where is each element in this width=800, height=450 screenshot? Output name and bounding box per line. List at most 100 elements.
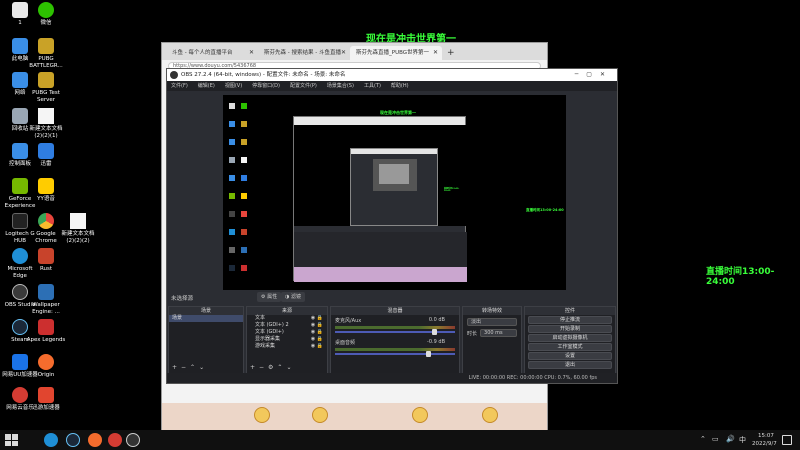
exit-button[interactable]: 退出: [528, 361, 612, 369]
netease-music-taskbar-icon[interactable]: [108, 433, 122, 447]
scene-item[interactable]: 场景: [169, 315, 243, 322]
sources-dock-title: 来源: [247, 307, 327, 315]
eye-icon[interactable]: ◉ 🔒: [311, 315, 323, 322]
source-toolbar[interactable]: +−⚙⌃⌄: [250, 364, 296, 371]
menu-profile[interactable]: 配置文件(P): [290, 81, 317, 91]
desktop-icon-pubg-test[interactable]: PUBG Test Server: [26, 72, 66, 104]
menu-scene-collection[interactable]: 场景集合(S): [327, 81, 354, 91]
steam-taskbar-icon[interactable]: [66, 433, 80, 447]
audio-mixer-dock: 混音器 麦克风/Aux 0.0 dB 桌面音频 -0.9 dB: [330, 306, 460, 374]
window-controls[interactable]: ─▢✕: [575, 69, 613, 81]
sources-dock: 来源 文本 ◉ 🔒 文本 (GDI+) 2 ◉ 🔒 文本 (GDI+) ◉ 🔒 显示器…: [246, 306, 328, 374]
close-icon[interactable]: ✕: [249, 46, 254, 60]
menu-docks[interactable]: 停靠窗口(D): [252, 81, 280, 91]
new-tab-icon[interactable]: +: [442, 46, 455, 60]
obs-taskbar-icon[interactable]: [126, 433, 140, 447]
desktop-icon-textfile-1[interactable]: 新建文本文档 (2)(2)(1): [26, 108, 66, 140]
desktop-icon-pubg[interactable]: PUBG BATTLEGR...: [26, 38, 66, 70]
browser-tab-stream[interactable]: 斯芬先森直播_PUBG世界第一 ✕: [350, 46, 442, 60]
pubg-icon: [38, 72, 54, 88]
obs-window[interactable]: OBS 27.2.4 (64-bit, windows) - 配置文件: 未命名…: [166, 68, 618, 384]
settings-button[interactable]: 设置: [528, 352, 612, 360]
properties-button[interactable]: ⚙ 属性: [257, 292, 282, 302]
desktop-icon-xunyou[interactable]: 迅游加速器: [26, 387, 66, 412]
obs-menu-bar: 文件(F) 编辑(E) 视图(V) 停靠窗口(D) 配置文件(P) 场景集合(S…: [167, 81, 617, 91]
nested-banner: [294, 267, 467, 282]
windows-start-icon[interactable]: [4, 433, 18, 447]
text-file-icon: [70, 213, 86, 229]
close-icon[interactable]: ✕: [341, 46, 346, 60]
preview-nested-obs: 直播时间13:00-24:00: [293, 116, 467, 282]
desktop-icon-apex[interactable]: Apex Legends: [26, 319, 66, 344]
volume-knob[interactable]: [426, 351, 431, 357]
clock-date[interactable]: 2022/9/7: [752, 441, 777, 447]
start-virtual-camera-button[interactable]: 启动虚拟摄像机: [528, 334, 612, 342]
eye-icon[interactable]: ◉ 🔒: [311, 336, 323, 343]
source-item-text-gdi-2[interactable]: 文本 (GDI+) 2 ◉ 🔒: [247, 322, 327, 329]
obs-title-bar: OBS 27.2.4 (64-bit, windows) - 配置文件: 未命名…: [167, 69, 617, 81]
apex-icon: [38, 319, 54, 335]
menu-edit[interactable]: 编辑(E): [198, 81, 215, 91]
transition-duration-input[interactable]: 300 ms: [480, 329, 517, 337]
volume-knob[interactable]: [432, 329, 437, 335]
volume-tray-icon[interactable]: 🔊: [726, 435, 735, 443]
mini-desktop-icon: [241, 175, 247, 181]
scenes-dock: 场景 场景 +−⌃⌄: [168, 306, 244, 374]
mini-desktop-icon: [229, 247, 235, 253]
eye-icon[interactable]: ◉ 🔒: [311, 343, 323, 350]
obs-preview[interactable]: 现在是冲击世界第一 直播时间13:00-24:00 直播时间13:00-24:0…: [223, 95, 566, 290]
no-source-selected-label: 未选择源: [171, 296, 194, 302]
emoji-decoration-icon: [412, 407, 428, 423]
mixer-dock-title: 混音器: [331, 307, 459, 315]
mini-desktop-icon: [241, 265, 247, 271]
menu-file[interactable]: 文件(F): [171, 81, 188, 91]
volume-slider-desktop[interactable]: [335, 351, 455, 357]
stop-streaming-button[interactable]: 停止推流: [528, 316, 612, 324]
mini-desktop-icon: [229, 211, 235, 217]
menu-view[interactable]: 视图(V): [225, 81, 242, 91]
desktop: 1 微信 此电脑 PUBG BATTLEGR... 网络 PUBG Test S…: [0, 0, 800, 450]
volume-slider-mic[interactable]: [335, 329, 455, 335]
desktop-icon-rust[interactable]: Rust: [26, 248, 66, 273]
ime-indicator[interactable]: 中: [739, 435, 746, 445]
stream-overlay-live-time: 直播时间13:00-24:00: [706, 267, 775, 287]
desktop-icon-textfile-2[interactable]: 新建文本文档 (2)(2)(2): [58, 213, 98, 245]
eye-icon[interactable]: ◉ 🔒: [311, 322, 323, 329]
taskbar: ⌃ ▭ 🔊 中 15:07 2022/9/7: [0, 430, 800, 450]
nested-overlay-live-time: 直播时间13:00-24:00: [444, 188, 460, 192]
desktop-icon-origin[interactable]: Origin: [26, 354, 66, 379]
source-item-display-capture[interactable]: 显示器采集 ◉ 🔒: [247, 336, 327, 343]
network-tray-icon[interactable]: ▭: [712, 435, 719, 443]
transition-duration-row: 时长 300 ms: [467, 329, 517, 337]
filters-button[interactable]: ◑ 滤镜: [281, 292, 305, 302]
menu-tools[interactable]: 工具(T): [364, 81, 381, 91]
chevron-up-icon[interactable]: ⌃: [700, 435, 706, 443]
eye-icon[interactable]: ◉ 🔒: [311, 329, 323, 336]
menu-help[interactable]: 帮助(H): [391, 81, 409, 91]
notification-icon[interactable]: [782, 435, 792, 445]
wallpaper-engine-icon: [38, 284, 54, 300]
start-recording-button[interactable]: 开始录制: [528, 325, 612, 333]
desktop-icon-wechat[interactable]: 微信: [26, 2, 66, 27]
volume-meter-mic: [335, 326, 455, 329]
source-item-text[interactable]: 文本 ◉ 🔒: [247, 315, 327, 322]
origin-taskbar-icon[interactable]: [88, 433, 102, 447]
browser-tab-search[interactable]: 斯芬先森 - 搜索结果 - 斗鱼直播 ✕: [258, 46, 350, 60]
transition-select[interactable]: 淡出: [467, 318, 517, 326]
edge-taskbar-icon[interactable]: [44, 433, 58, 447]
close-icon[interactable]: ✕: [433, 46, 438, 60]
desktop-icon-wallpaper-engine[interactable]: Wallpaper Engine: ...: [26, 284, 66, 316]
clock-time[interactable]: 15:07: [758, 433, 774, 439]
rust-icon: [38, 248, 54, 264]
source-item-text-gdi[interactable]: 文本 (GDI+) ◉ 🔒: [247, 329, 327, 336]
mixer-channel-desktop: 桌面音频 -0.9 dB: [335, 339, 445, 346]
source-item-game-capture[interactable]: 游戏采集 ◉ 🔒: [247, 343, 327, 350]
yy-icon: [38, 178, 54, 194]
mini-desktop-icon: [229, 139, 235, 145]
scene-toolbar[interactable]: +−⌃⌄: [172, 364, 208, 371]
desktop-icon-yy[interactable]: YY语音: [26, 178, 66, 203]
browser-tab-douyu[interactable]: 斗鱼 - 每个人的直播平台 ✕: [166, 46, 258, 60]
studio-mode-button[interactable]: 工作室模式: [528, 343, 612, 351]
desktop-icon-xunlei[interactable]: 迅雷: [26, 143, 66, 168]
browser-tab-bar: 斗鱼 - 每个人的直播平台 ✕ 斯芬先森 - 搜索结果 - 斗鱼直播 ✕ 斯芬先森直…: [162, 43, 547, 60]
